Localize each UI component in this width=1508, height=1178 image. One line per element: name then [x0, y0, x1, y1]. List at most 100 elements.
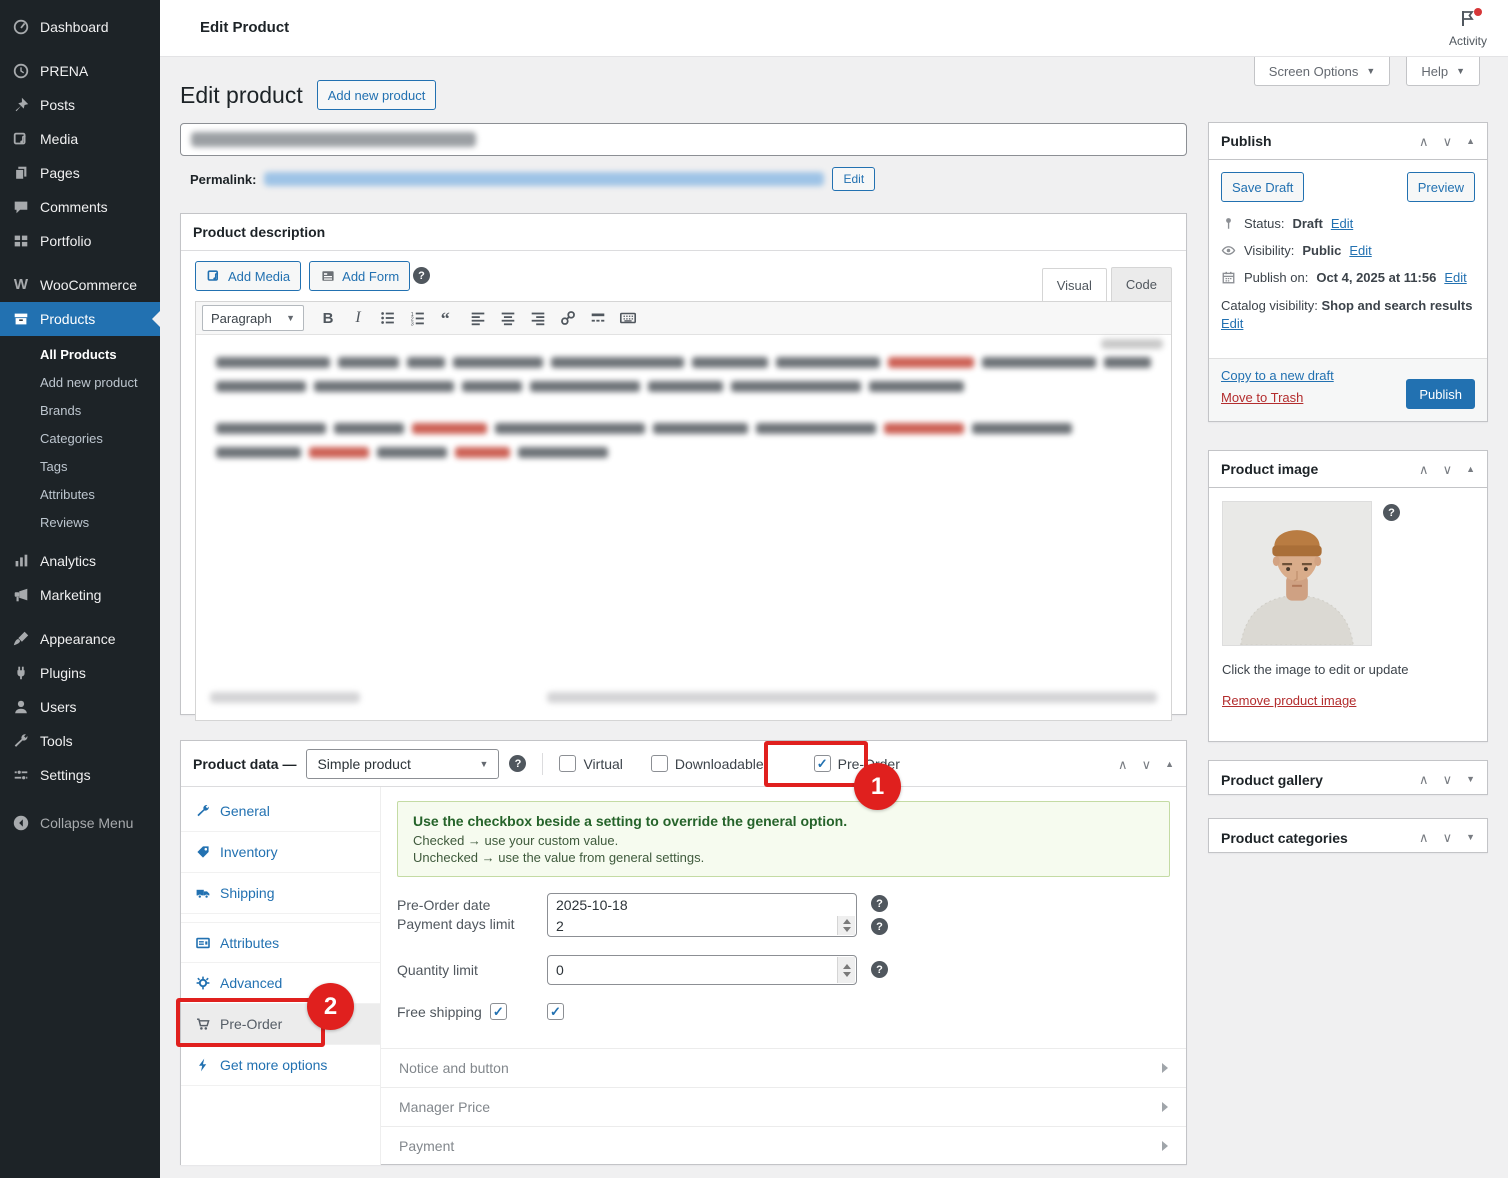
move-down-icon[interactable]: ∨ — [1443, 463, 1453, 476]
product-image-help-icon[interactable]: ? — [1383, 504, 1400, 521]
publish-button[interactable]: Publish — [1406, 379, 1475, 409]
sidebar-item-prena[interactable]: PRENA — [0, 54, 160, 88]
sidebar-item-woocommerce[interactable]: W WooCommerce — [0, 268, 160, 302]
payment-days-input[interactable]: 2 — [548, 915, 856, 936]
preorder-date-help-icon[interactable]: ? — [871, 895, 888, 912]
downloadable-checkbox[interactable] — [650, 755, 668, 772]
move-down-icon[interactable]: ∨ — [1443, 831, 1453, 844]
sidebar-item-analytics[interactable]: Analytics — [0, 544, 160, 578]
collapse-panel-icon[interactable]: ▲ — [1466, 136, 1475, 146]
bold-button[interactable]: B — [314, 305, 342, 331]
sidebar-item-products[interactable]: Products — [0, 302, 160, 336]
sidebar-collapse-menu[interactable]: Collapse Menu — [0, 806, 160, 840]
move-up-icon[interactable]: ∧ — [1419, 831, 1429, 844]
sidebar-item-marketing[interactable]: Marketing — [0, 578, 160, 612]
product-categories-header[interactable]: Product categories ∧ ∨ ▼ — [1209, 819, 1487, 856]
collapse-panel-icon[interactable]: ▲ — [1165, 759, 1174, 769]
blurred-permalink-url[interactable] — [264, 172, 825, 186]
submenu-attributes[interactable]: Attributes — [0, 480, 160, 508]
product-photo[interactable] — [1222, 501, 1372, 646]
submenu-add-new-product[interactable]: Add new product — [0, 368, 160, 396]
permalink-edit-button[interactable]: Edit — [832, 167, 876, 191]
accordion-manager-price[interactable]: Manager Price — [381, 1087, 1186, 1126]
read-more-button[interactable] — [584, 305, 612, 331]
move-up-icon[interactable]: ∧ — [1419, 773, 1429, 786]
keyboard-shortcuts-button[interactable] — [614, 305, 642, 331]
product-image-header[interactable]: Product image ∧ ∨ ▲ — [1209, 451, 1487, 488]
sidebar-item-media[interactable]: Media — [0, 122, 160, 156]
product-type-help-icon[interactable]: ? — [509, 755, 527, 772]
editor-content-area[interactable] — [196, 335, 1171, 493]
save-draft-button[interactable]: Save Draft — [1221, 172, 1305, 202]
payment-days-help-icon[interactable]: ? — [871, 918, 888, 935]
add-form-button[interactable]: Add Form — [309, 261, 411, 291]
virtual-checkbox-row[interactable]: Virtual — [559, 755, 623, 772]
move-up-icon[interactable]: ∧ — [1419, 463, 1429, 476]
product-type-select[interactable]: Simple product ▼ — [306, 748, 500, 779]
screen-options-button[interactable]: Screen Options ▼ — [1253, 57, 1391, 86]
move-up-icon[interactable]: ∧ — [1118, 758, 1128, 771]
align-left-button[interactable] — [464, 305, 492, 331]
move-down-icon[interactable]: ∨ — [1142, 758, 1152, 771]
add-media-button[interactable]: Add Media — [195, 261, 302, 291]
accordion-payment[interactable]: Payment — [381, 1126, 1186, 1165]
product-title-input[interactable] — [180, 123, 1187, 156]
italic-button[interactable]: I — [344, 305, 372, 331]
sidebar-item-pages[interactable]: Pages — [0, 156, 160, 190]
move-down-icon[interactable]: ∨ — [1443, 135, 1453, 148]
submenu-categories[interactable]: Categories — [0, 424, 160, 452]
sidebar-item-users[interactable]: Users — [0, 690, 160, 724]
tab-general[interactable]: General — [181, 791, 380, 832]
sidebar-item-appearance[interactable]: Appearance — [0, 622, 160, 656]
activity-button[interactable]: Activity — [1444, 8, 1492, 48]
tab-code[interactable]: Code — [1110, 267, 1172, 301]
tab-inventory[interactable]: Inventory — [181, 832, 380, 873]
sidebar-item-posts[interactable]: Posts — [0, 88, 160, 122]
submenu-brands[interactable]: Brands — [0, 396, 160, 424]
move-down-icon[interactable]: ∨ — [1443, 773, 1453, 786]
add-new-product-button[interactable]: Add new product — [316, 80, 437, 110]
preview-button[interactable]: Preview — [1406, 172, 1475, 202]
publish-panel-header[interactable]: Publish ∧ ∨ ▲ — [1209, 123, 1487, 160]
sidebar-item-settings[interactable]: Settings — [0, 758, 160, 792]
tab-visual[interactable]: Visual — [1041, 268, 1107, 302]
tab-shipping[interactable]: Shipping — [181, 873, 380, 914]
sidebar-item-tools[interactable]: Tools — [0, 724, 160, 758]
tab-attributes[interactable]: Attributes — [181, 922, 380, 963]
bullet-list-button[interactable] — [374, 305, 402, 331]
quantity-limit-help-icon[interactable]: ? — [871, 961, 888, 978]
collapse-panel-icon[interactable]: ▲ — [1466, 464, 1475, 474]
preorder-date-input[interactable]: 2025-10-18 — [548, 894, 856, 915]
blockquote-button[interactable] — [434, 305, 462, 331]
remove-product-image-link[interactable]: Remove product image — [1222, 693, 1356, 708]
align-right-button[interactable] — [524, 305, 552, 331]
submenu-all-products[interactable]: All Products — [0, 340, 160, 368]
visibility-edit-link[interactable]: Edit — [1349, 243, 1371, 258]
status-edit-link[interactable]: Edit — [1331, 216, 1353, 231]
paragraph-style-select[interactable]: Paragraph ▼ — [202, 305, 304, 331]
move-up-icon[interactable]: ∧ — [1419, 135, 1429, 148]
free-shipping-override-checkbox[interactable] — [489, 1003, 507, 1020]
preorder-checkbox[interactable] — [813, 755, 831, 772]
sidebar-item-dashboard[interactable]: Dashboard — [0, 10, 160, 44]
free-shipping-checkbox[interactable] — [547, 1003, 564, 1020]
submenu-reviews[interactable]: Reviews — [0, 508, 160, 536]
number-spinner[interactable] — [837, 916, 855, 935]
number-spinner[interactable] — [837, 957, 855, 983]
product-gallery-header[interactable]: Product gallery ∧ ∨ ▼ — [1209, 761, 1487, 798]
sidebar-item-comments[interactable]: Comments — [0, 190, 160, 224]
sidebar-item-plugins[interactable]: Plugins — [0, 656, 160, 690]
expand-panel-icon[interactable]: ▼ — [1466, 775, 1475, 784]
quantity-limit-input[interactable]: 0 — [547, 955, 857, 985]
sidebar-item-portfolio[interactable]: Portfolio — [0, 224, 160, 258]
virtual-checkbox[interactable] — [559, 755, 577, 772]
align-center-button[interactable] — [494, 305, 522, 331]
numbered-list-button[interactable] — [404, 305, 432, 331]
editor-help-icon[interactable]: ? — [413, 267, 430, 284]
catalog-visibility-edit-link[interactable]: Edit — [1221, 316, 1243, 331]
help-button[interactable]: Help ▼ — [1406, 57, 1480, 86]
tab-get-more-options[interactable]: Get more options — [181, 1045, 380, 1086]
expand-panel-icon[interactable]: ▼ — [1466, 833, 1475, 842]
move-to-trash-link[interactable]: Move to Trash — [1221, 390, 1303, 405]
publish-on-edit-link[interactable]: Edit — [1444, 270, 1466, 285]
